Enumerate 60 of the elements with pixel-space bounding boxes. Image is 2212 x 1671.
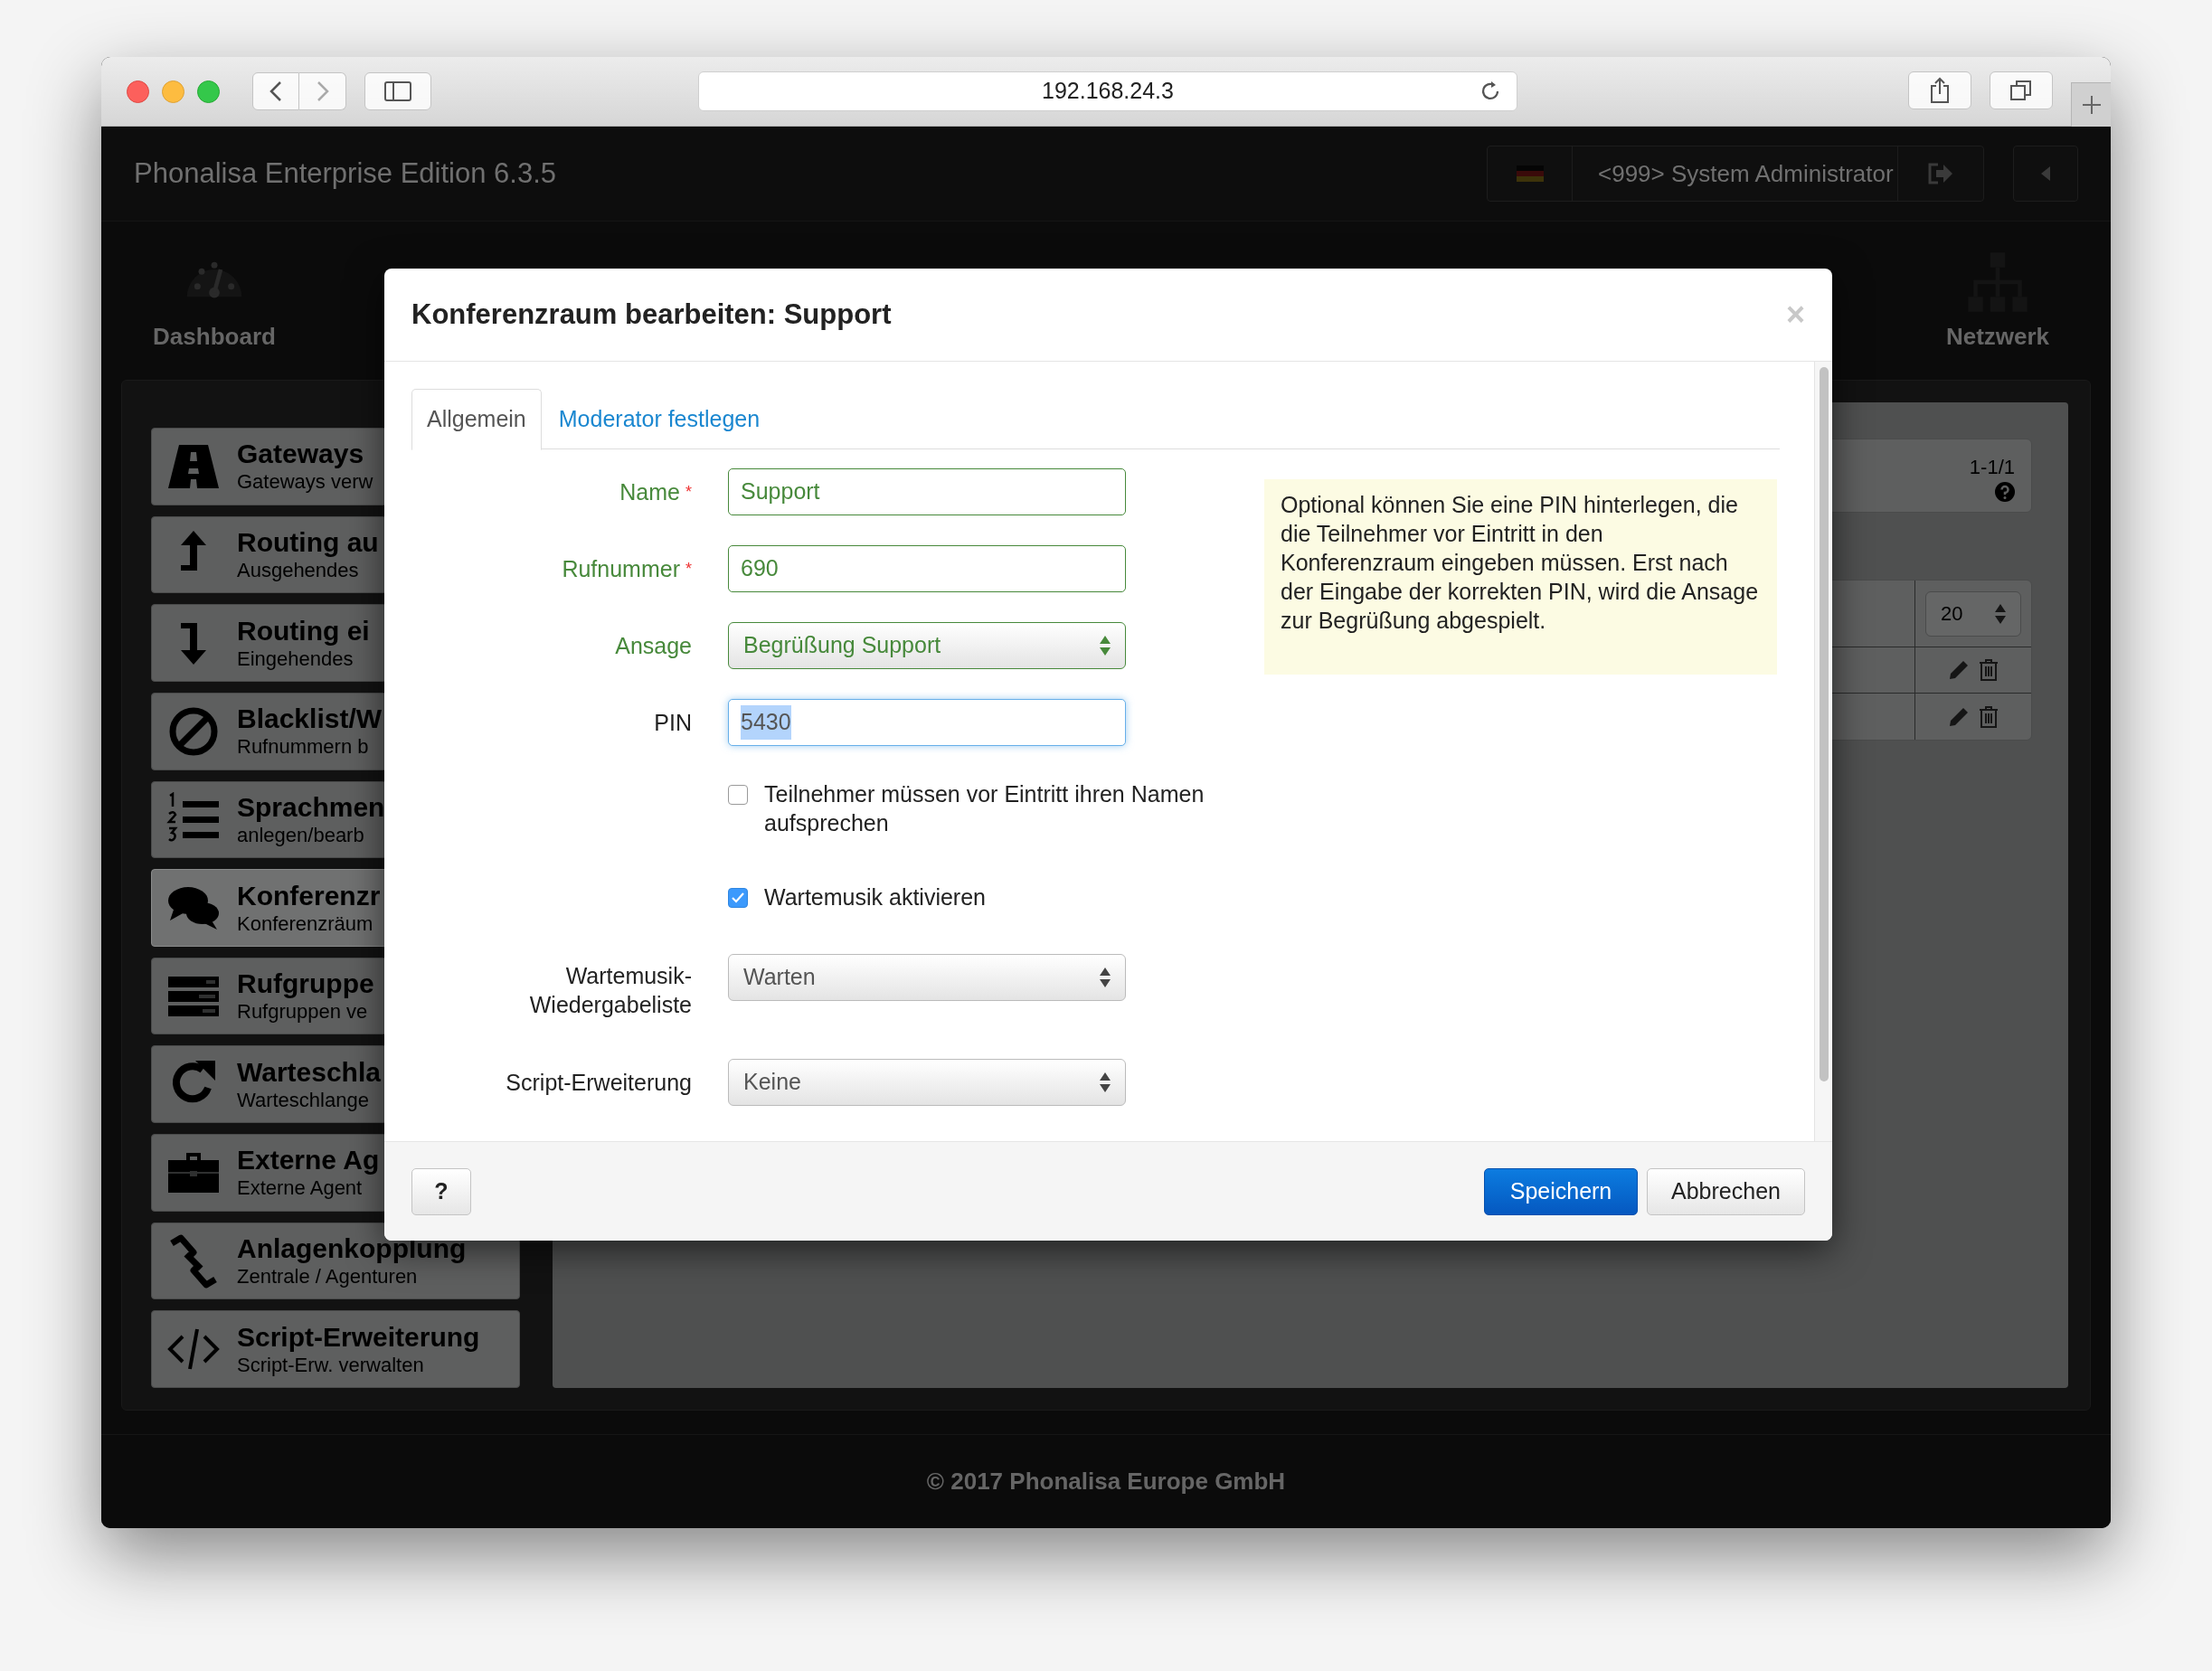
nav-item[interactable]: Netzwerk xyxy=(1921,250,2075,380)
tabs-button[interactable] xyxy=(1990,71,2053,109)
trash-icon[interactable] xyxy=(1979,658,1999,682)
sidebar-item[interactable]: Script-Erweiterung Script-Erw. verwalten xyxy=(151,1310,520,1389)
sidebar-button[interactable] xyxy=(364,72,431,110)
back-button[interactable] xyxy=(252,72,299,110)
checkbox[interactable] xyxy=(728,888,748,908)
save-button[interactable]: Speichern xyxy=(1484,1167,1638,1215)
field-label: PIN xyxy=(653,709,693,737)
flag-icon xyxy=(1516,165,1544,182)
url-text: 192.168.24.3 xyxy=(1042,77,1174,106)
select-field[interactable]: Keine xyxy=(728,1059,1126,1106)
checkbox-label: Wartemusik aktivieren xyxy=(764,883,987,911)
tab[interactable]: Allgemein xyxy=(411,389,542,450)
pencil-icon[interactable] xyxy=(1948,659,1970,681)
field-label: Ansage xyxy=(614,632,693,660)
input-field[interactable]: 5430 xyxy=(728,699,1126,746)
zoom-window-button[interactable] xyxy=(197,80,220,103)
address-bar[interactable]: 192.168.24.3 xyxy=(698,71,1517,111)
input-field[interactable]: 690 xyxy=(728,545,1126,592)
updown-icon xyxy=(1100,636,1111,656)
scrollbar[interactable] xyxy=(1814,362,1832,1141)
sidebar-item[interactable]: Anlagenkopplung Zentrale / Agenturen xyxy=(151,1222,520,1300)
new-tab-button[interactable] xyxy=(2071,82,2111,127)
share-button[interactable] xyxy=(1908,71,1971,109)
field-label: Name * xyxy=(619,478,693,506)
share-icon xyxy=(1929,77,1951,104)
field-label: Rufnummer * xyxy=(561,555,693,583)
field-label: Wartemusik-Wiedergabeliste xyxy=(528,962,693,1019)
minimize-window-button[interactable] xyxy=(162,80,184,103)
range-text: 1-1/1 xyxy=(1969,455,2015,480)
app-title: Phonalisa Enterprise Edition 6.3.5 xyxy=(134,156,556,191)
page-size-select[interactable]: 20 xyxy=(1925,590,2021,637)
close-window-button[interactable] xyxy=(127,80,149,103)
tab[interactable]: Moderator festlegen xyxy=(541,389,778,449)
dialog-title: Konferenzraum bearbeiten: Support xyxy=(411,297,892,332)
updown-icon xyxy=(1995,603,2006,624)
nav-item[interactable]: Dashboard xyxy=(137,250,291,380)
cancel-button[interactable]: Abbrechen xyxy=(1647,1167,1805,1215)
tabs-icon xyxy=(2009,79,2033,102)
forward-icon xyxy=(316,80,329,102)
select-field[interactable]: Begrüßung Support xyxy=(728,622,1126,669)
input-field[interactable]: Support xyxy=(728,468,1126,515)
logout-icon xyxy=(1927,162,1954,185)
checkbox-label: Teilnehmer müssen vor Eintritt ihren Namen aufsprechen xyxy=(764,780,1205,837)
plus-icon xyxy=(2080,94,2103,116)
select-field[interactable]: Warten xyxy=(728,954,1126,1001)
help-icon xyxy=(1995,482,2015,502)
trash-icon[interactable] xyxy=(1979,704,1999,729)
checkbox[interactable] xyxy=(728,785,748,805)
pencil-icon[interactable] xyxy=(1948,705,1970,728)
updown-icon xyxy=(1100,968,1111,987)
copyright-text: © 2017 Phonalisa Europe GmbH xyxy=(926,1467,1286,1496)
check-icon xyxy=(732,892,744,903)
back-icon xyxy=(269,80,282,102)
caret-left-icon xyxy=(2041,166,2050,181)
help-note: Optional können Sie eine PIN hinterlegen, die die Teilnehmer vor Eintritt in den Konferenzraum eingeben müssen. Erst nach der Eingabe der korrekten PIN, wird die Ansage zur Begrüßung abgespielt. xyxy=(1264,479,1777,675)
sidebar-icon xyxy=(384,81,411,101)
updown-icon xyxy=(1100,1072,1111,1092)
help-button[interactable]: ? xyxy=(411,1167,471,1215)
